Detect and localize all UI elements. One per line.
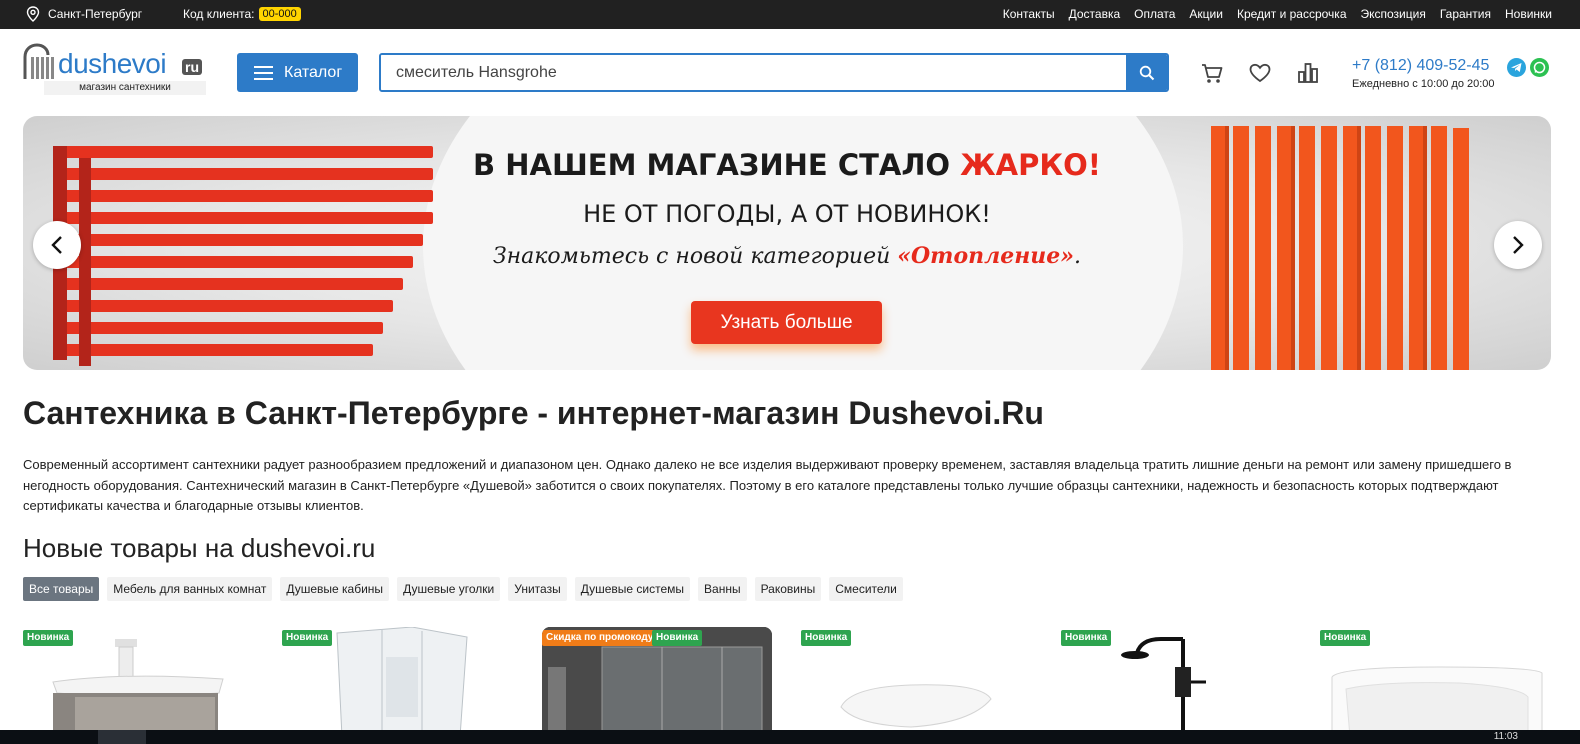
taskbar-clock: 11:03: [1493, 731, 1518, 742]
chevron-left-icon: [51, 236, 62, 254]
phone-number[interactable]: +7 (812) 409-52-45: [1352, 57, 1489, 75]
catalog-button[interactable]: Каталог: [237, 53, 358, 92]
menu-icon: [254, 65, 273, 80]
top-bar: Санкт-Петербург Код клиента: 00-000 Конт…: [0, 0, 1580, 29]
client-code-block: Код клиента: 00-000: [183, 7, 301, 21]
tab-bathtubs[interactable]: Ванны: [698, 577, 747, 601]
product-card[interactable]: Новинка: [1061, 627, 1291, 737]
banner-subtitle: НЕ ОТ ПОГОДЫ, А ОТ НОВИНОК!: [583, 200, 991, 228]
new-badge: Новинка: [23, 630, 74, 646]
search-icon: [1139, 65, 1154, 80]
new-badge: Новинка: [282, 630, 333, 646]
new-badge: Новинка: [801, 630, 852, 646]
logo-subtitle: магазин сантехники: [44, 81, 206, 95]
top-link-credit[interactable]: Кредит и рассрочка: [1237, 7, 1347, 21]
os-taskbar: 11:03: [0, 730, 1580, 744]
city-selector[interactable]: Санкт-Петербург: [26, 6, 142, 22]
tab-shower-cabins[interactable]: Душевые кабины: [280, 577, 390, 601]
tab-sinks[interactable]: Раковины: [754, 577, 822, 601]
promo-banner[interactable]: В НАШЕМ МАГАЗИНЕ СТАЛО ЖАРКО! НЕ ОТ ПОГО…: [23, 116, 1551, 370]
product-card[interactable]: Новинка: [23, 627, 253, 737]
tab-all[interactable]: Все товары: [23, 577, 100, 601]
telegram-icon: [1511, 63, 1522, 72]
banner-text: Знакомьтесь с новой категорией «Отоплени…: [492, 243, 1082, 269]
product-card[interactable]: Новинка: [282, 627, 512, 737]
banner-title: В НАШЕМ МАГАЗИНЕ СТАЛО ЖАРКО!: [473, 148, 1101, 182]
heart-icon: [1249, 63, 1271, 83]
learn-more-button[interactable]: Узнать больше: [691, 301, 882, 344]
whatsapp-button[interactable]: [1530, 58, 1549, 77]
new-badge: Новинка: [1061, 630, 1112, 646]
top-link-payment[interactable]: Оплата: [1134, 7, 1175, 21]
chevron-right-icon: [1513, 236, 1524, 254]
product-card[interactable]: Новинка: [1320, 627, 1550, 737]
client-code-label: Код клиента:: [183, 7, 255, 21]
catalog-label: Каталог: [284, 63, 343, 81]
working-hours: Ежедневно с 10:00 до 20:00: [1352, 78, 1495, 90]
site-logo[interactable]: dushevoi ru магазин сантехники: [22, 43, 206, 95]
tab-faucets[interactable]: Смесители: [829, 577, 903, 601]
logo-ru-badge: ru: [182, 59, 202, 75]
top-link-promotions[interactable]: Акции: [1189, 7, 1223, 21]
page-title: Сантехника в Санкт-Петербурге - интернет…: [23, 395, 1044, 431]
compare-button[interactable]: [1295, 60, 1321, 86]
banner-next-button[interactable]: [1494, 221, 1542, 269]
new-badge: Новинка: [652, 630, 703, 646]
top-link-exposition[interactable]: Экспозиция: [1361, 7, 1426, 21]
search-box: [379, 53, 1169, 92]
banner-prev-button[interactable]: [33, 221, 81, 269]
favorites-button[interactable]: [1247, 60, 1273, 86]
cart-icon: [1202, 64, 1223, 83]
product-card[interactable]: Новинка: [801, 627, 1031, 737]
new-badge: Новинка: [1320, 630, 1371, 646]
category-tabs: Все товары Мебель для ванных комнат Душе…: [23, 577, 903, 601]
whatsapp-icon: [1533, 61, 1546, 74]
top-link-delivery[interactable]: Доставка: [1069, 7, 1121, 21]
promo-badge: Скидка по промокоду: [542, 630, 658, 646]
client-code-badge: 00-000: [258, 7, 301, 21]
page-description: Современный ассортимент сантехники радуе…: [23, 457, 1512, 513]
compare-icon: [1298, 63, 1318, 83]
city-name: Санкт-Петербург: [48, 7, 143, 21]
new-products-title: Новые товары на dushevoi.ru: [23, 533, 376, 563]
tab-shower-systems[interactable]: Душевые системы: [574, 577, 691, 601]
shower-logo-icon: [23, 43, 54, 79]
top-link-new[interactable]: Новинки: [1505, 7, 1552, 21]
taskbar-item[interactable]: [98, 730, 146, 744]
telegram-button[interactable]: [1507, 58, 1526, 77]
location-pin-icon: [26, 6, 40, 22]
product-card[interactable]: Скидка по промокоду Новинка: [542, 627, 772, 737]
top-link-warranty[interactable]: Гарантия: [1440, 7, 1491, 21]
cart-button[interactable]: [1199, 60, 1225, 86]
top-nav: Контакты Доставка Оплата Акции Кредит и …: [1003, 7, 1552, 21]
logo-wordmark: dushevoi: [58, 48, 167, 79]
search-button[interactable]: [1126, 55, 1167, 90]
tab-bathroom-furniture[interactable]: Мебель для ванных комнат: [107, 577, 273, 601]
search-input[interactable]: [381, 55, 1129, 90]
top-link-contacts[interactable]: Контакты: [1003, 7, 1055, 21]
tab-toilets[interactable]: Унитазы: [508, 577, 567, 601]
tab-shower-corners[interactable]: Душевые уголки: [397, 577, 501, 601]
